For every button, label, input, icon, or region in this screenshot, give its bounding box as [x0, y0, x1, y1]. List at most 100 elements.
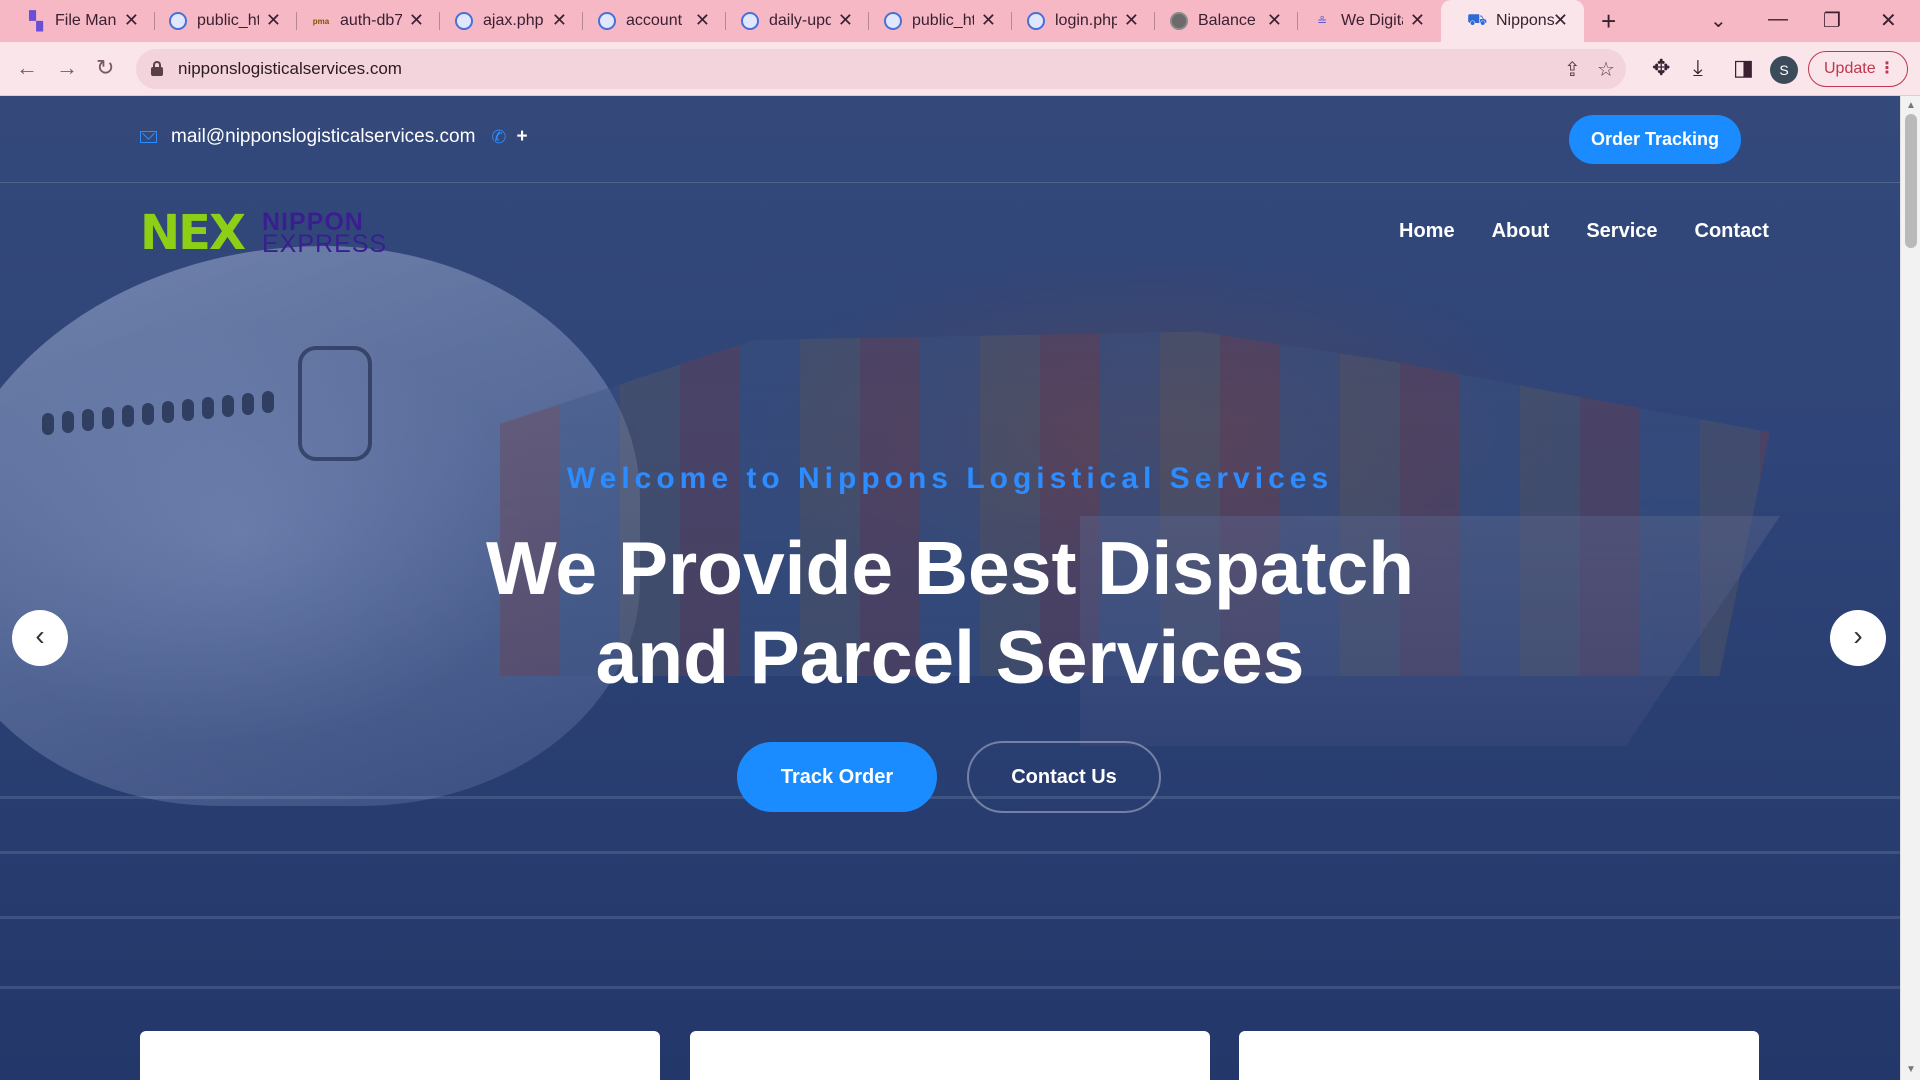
cpanel-icon: ▚: [29, 10, 43, 31]
tab-balance[interactable]: Balance ✕: [1143, 0, 1298, 42]
globe-icon: [883, 11, 903, 31]
globe-icon: [1026, 11, 1046, 31]
lock-icon[interactable]: [151, 61, 163, 77]
close-icon[interactable]: ✕: [838, 10, 853, 30]
close-icon[interactable]: ✕: [695, 10, 710, 30]
tab-ajax-php[interactable]: ajax.php ✕: [428, 0, 583, 42]
tab-title: Nippons: [1496, 12, 1554, 29]
back-icon[interactable]: ←: [16, 55, 38, 81]
close-icon[interactable]: ✕: [266, 10, 281, 30]
scroll-down-icon[interactable]: ▼: [1906, 1064, 1916, 1075]
runway-line: [0, 851, 1900, 854]
main-navigation: Home About Service Contact: [1399, 220, 1769, 243]
hero-eyebrow: Welcome to Nippons Logistical Services: [566, 462, 1334, 495]
carousel-prev-icon[interactable]: ‹: [12, 610, 68, 666]
close-icon[interactable]: ✕: [1553, 10, 1568, 30]
web-page: mail@nipponslogisticalservices.com ✆ + O…: [0, 96, 1900, 1080]
extensions-icon[interactable]: ✥: [1652, 55, 1670, 81]
sphere-icon: [1169, 11, 1189, 31]
tab-title: public_ht: [912, 12, 974, 29]
site-logo[interactable]: NEX NIPPON EXPRESS: [140, 205, 390, 261]
airplane-door: [298, 346, 372, 461]
download-icon[interactable]: ⤓: [1693, 55, 1703, 81]
contact-email[interactable]: mail@nipponslogisticalservices.com: [171, 126, 475, 148]
globe-icon: [168, 11, 188, 31]
feature-card: [690, 1031, 1210, 1080]
tab-title: Balance: [1198, 12, 1256, 29]
tab-title: ajax.php: [483, 12, 544, 29]
hero-title: We Provide Best Dispatch and Parcel Serv…: [0, 524, 1900, 702]
hero-title-line-1: We Provide Best Dispatch: [485, 526, 1415, 610]
tab-account[interactable]: account ✕: [571, 0, 726, 42]
update-button[interactable]: Update ⋮: [1808, 51, 1908, 87]
reload-icon[interactable]: ↻: [96, 55, 114, 81]
runway-line: [0, 796, 1900, 799]
runway-line: [0, 986, 1900, 989]
tab-login-php[interactable]: login.php ✕: [1000, 0, 1155, 42]
tab-title: We Digita: [1341, 12, 1403, 29]
hero-title-line-2: and Parcel Services: [595, 615, 1305, 699]
tab-title: File Manager: [55, 12, 117, 29]
phpmyadmin-icon: pma: [312, 16, 330, 26]
tab-public-html[interactable]: public_html ✕: [142, 0, 297, 42]
nav-contact[interactable]: Contact: [1695, 220, 1769, 243]
close-icon[interactable]: ✕: [1267, 10, 1282, 30]
globe-icon: [740, 11, 760, 31]
tab-public-html-2[interactable]: public_ht ✕: [857, 0, 1012, 42]
mail-icon: [140, 131, 157, 143]
tab-title: public_html: [197, 12, 259, 29]
close-icon[interactable]: ✕: [1124, 10, 1139, 30]
side-panel-icon[interactable]: ◨: [1733, 55, 1754, 81]
address-bar[interactable]: nipponslogisticalservices.com ⇪ ☆: [136, 49, 1626, 89]
track-order-button[interactable]: Track Order: [737, 742, 937, 812]
airplane-window: [222, 395, 234, 417]
share-icon[interactable]: ⇪: [1564, 57, 1581, 82]
scroll-up-icon[interactable]: ▲: [1906, 100, 1916, 111]
close-icon[interactable]: ✕: [1410, 10, 1425, 30]
close-icon[interactable]: ✕: [409, 10, 424, 30]
carousel-next-icon[interactable]: ›: [1830, 610, 1886, 666]
airplane-window: [102, 407, 114, 429]
restore-icon[interactable]: ❐: [1823, 8, 1841, 33]
contact-phone[interactable]: +: [517, 126, 528, 148]
feature-card: [140, 1031, 660, 1080]
minimize-icon[interactable]: —: [1768, 8, 1788, 31]
logo-mark: NEX: [140, 205, 246, 261]
tab-nippons[interactable]: ⛟ Nippons ✕: [1441, 0, 1584, 42]
tab-search-icon[interactable]: ⌄: [1710, 8, 1727, 33]
topbar-divider: [0, 182, 1900, 183]
tab-file-manager[interactable]: ▚ File Manager ✕: [0, 0, 155, 42]
tab-title: daily-upd: [769, 12, 831, 29]
airplane-window: [122, 405, 134, 427]
browser-tab-strip: ▚ File Manager ✕ public_html ✕ pma auth-…: [0, 0, 1920, 42]
close-window-icon[interactable]: ✕: [1880, 8, 1897, 33]
order-tracking-button[interactable]: Order Tracking: [1569, 115, 1741, 164]
nav-home[interactable]: Home: [1399, 220, 1455, 243]
page-scrollbar[interactable]: ▲ ▼: [1900, 96, 1920, 1080]
new-tab-icon[interactable]: +: [1601, 8, 1616, 34]
truck-icon: ⛟: [1466, 12, 1488, 29]
site-icon: ≗: [1316, 14, 1328, 28]
menu-dots-icon: ⋮: [1879, 60, 1895, 77]
close-icon[interactable]: ✕: [124, 10, 139, 30]
tab-title: login.php: [1055, 12, 1117, 29]
airplane-window: [182, 399, 194, 421]
close-icon[interactable]: ✕: [552, 10, 567, 30]
forward-icon[interactable]: →: [56, 55, 78, 81]
runway-line: [0, 916, 1900, 919]
nav-service[interactable]: Service: [1586, 220, 1657, 243]
scroll-thumb[interactable]: [1905, 114, 1917, 248]
tab-we-digital[interactable]: ≗ We Digita ✕: [1286, 0, 1441, 42]
globe-icon: [597, 11, 617, 31]
profile-avatar[interactable]: S: [1770, 56, 1798, 84]
phone-icon: ✆: [491, 126, 507, 147]
tab-auth-db[interactable]: pma auth-db7 ✕: [285, 0, 440, 42]
close-icon[interactable]: ✕: [981, 10, 996, 30]
url-text[interactable]: nipponslogisticalservices.com: [178, 59, 402, 79]
update-label: Update: [1824, 60, 1876, 77]
nav-about[interactable]: About: [1492, 220, 1550, 243]
contact-us-button[interactable]: Contact Us: [967, 741, 1161, 813]
tab-daily-update[interactable]: daily-upd ✕: [714, 0, 869, 42]
airplane-window: [262, 391, 274, 413]
bookmark-star-icon[interactable]: ☆: [1597, 57, 1615, 82]
